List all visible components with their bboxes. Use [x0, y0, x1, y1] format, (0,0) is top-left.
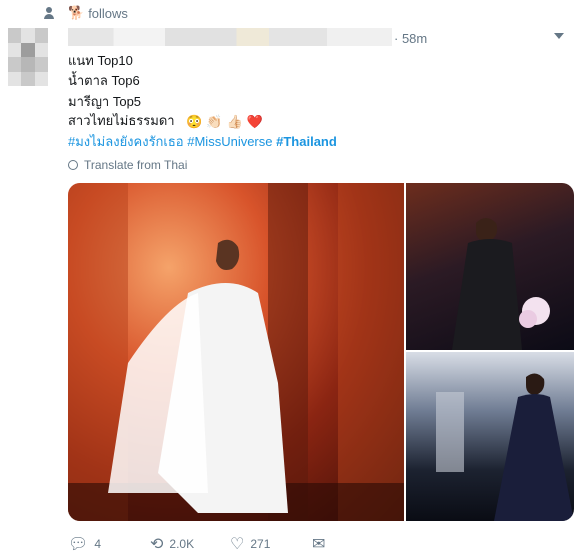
emoji-row: 😳 👏🏻 👍🏻 ❤️	[186, 114, 263, 130]
translate-label: Translate from Thai	[84, 158, 188, 172]
hashtag-3[interactable]: #Thailand	[276, 134, 337, 149]
photo-3[interactable]	[406, 352, 574, 521]
tweet-line-4: สาวไทยไม่ธรรมดา 😳 👏🏻 👍🏻 ❤️	[68, 110, 263, 131]
person-icon	[44, 7, 54, 19]
like-count: 271	[250, 537, 271, 551]
heart-emoji: ❤️	[246, 113, 263, 129]
tweet-timestamp[interactable]: · 58m	[394, 31, 427, 46]
thumbs-up-emoji: 👍🏻	[226, 113, 243, 129]
envelope-icon: ✉	[312, 536, 326, 553]
tweet-line-2: น้ำตาล Top6	[68, 73, 140, 88]
flushed-face-emoji: 😳	[186, 113, 203, 129]
chevron-down-icon[interactable]	[554, 33, 564, 39]
hashtag-2[interactable]: #MissUniverse	[187, 134, 272, 149]
reply-icon: 💬︎	[68, 536, 89, 553]
media-grid	[68, 183, 574, 521]
reply-button[interactable]: 💬︎ 4	[68, 534, 150, 554]
tweet-line-4-text: สาวไทยไม่ธรรมดา	[68, 113, 175, 128]
heart-icon: ♡	[230, 536, 245, 553]
social-context-label[interactable]: follows	[88, 6, 128, 21]
tweet-actions: 💬︎ 4 ⟲ 2.0K ♡ 271 ✉	[68, 534, 331, 554]
retweet-icon: ⟲	[150, 536, 164, 553]
hashtag-1[interactable]: #มงไม่ลงยังคงรักเธอ	[68, 134, 184, 149]
tweet-line-3: มารีญา Top5	[68, 94, 142, 109]
dog-emoji: 🐕	[68, 5, 85, 20]
translate-link[interactable]: Translate from Thai	[68, 158, 187, 172]
photo-2[interactable]	[406, 183, 574, 350]
reply-count: 4	[94, 537, 101, 551]
tweet-line-1: แนท Top10	[68, 53, 133, 68]
author-name-redacted[interactable]	[68, 28, 392, 46]
clap-emoji: 👏🏻	[206, 113, 223, 129]
social-context: 🐕 follows	[44, 4, 128, 22]
hashtags: #มงไม่ลงยังคงรักเธอ #MissUniverse #Thail…	[68, 131, 337, 152]
avatar[interactable]	[8, 28, 48, 86]
globe-icon	[68, 160, 78, 170]
like-button[interactable]: ♡ 271	[230, 534, 312, 554]
retweet-count: 2.0K	[169, 537, 195, 551]
direct-message-button[interactable]: ✉	[312, 534, 331, 554]
photo-1[interactable]	[68, 183, 404, 521]
retweet-button[interactable]: ⟲ 2.0K	[150, 534, 230, 554]
